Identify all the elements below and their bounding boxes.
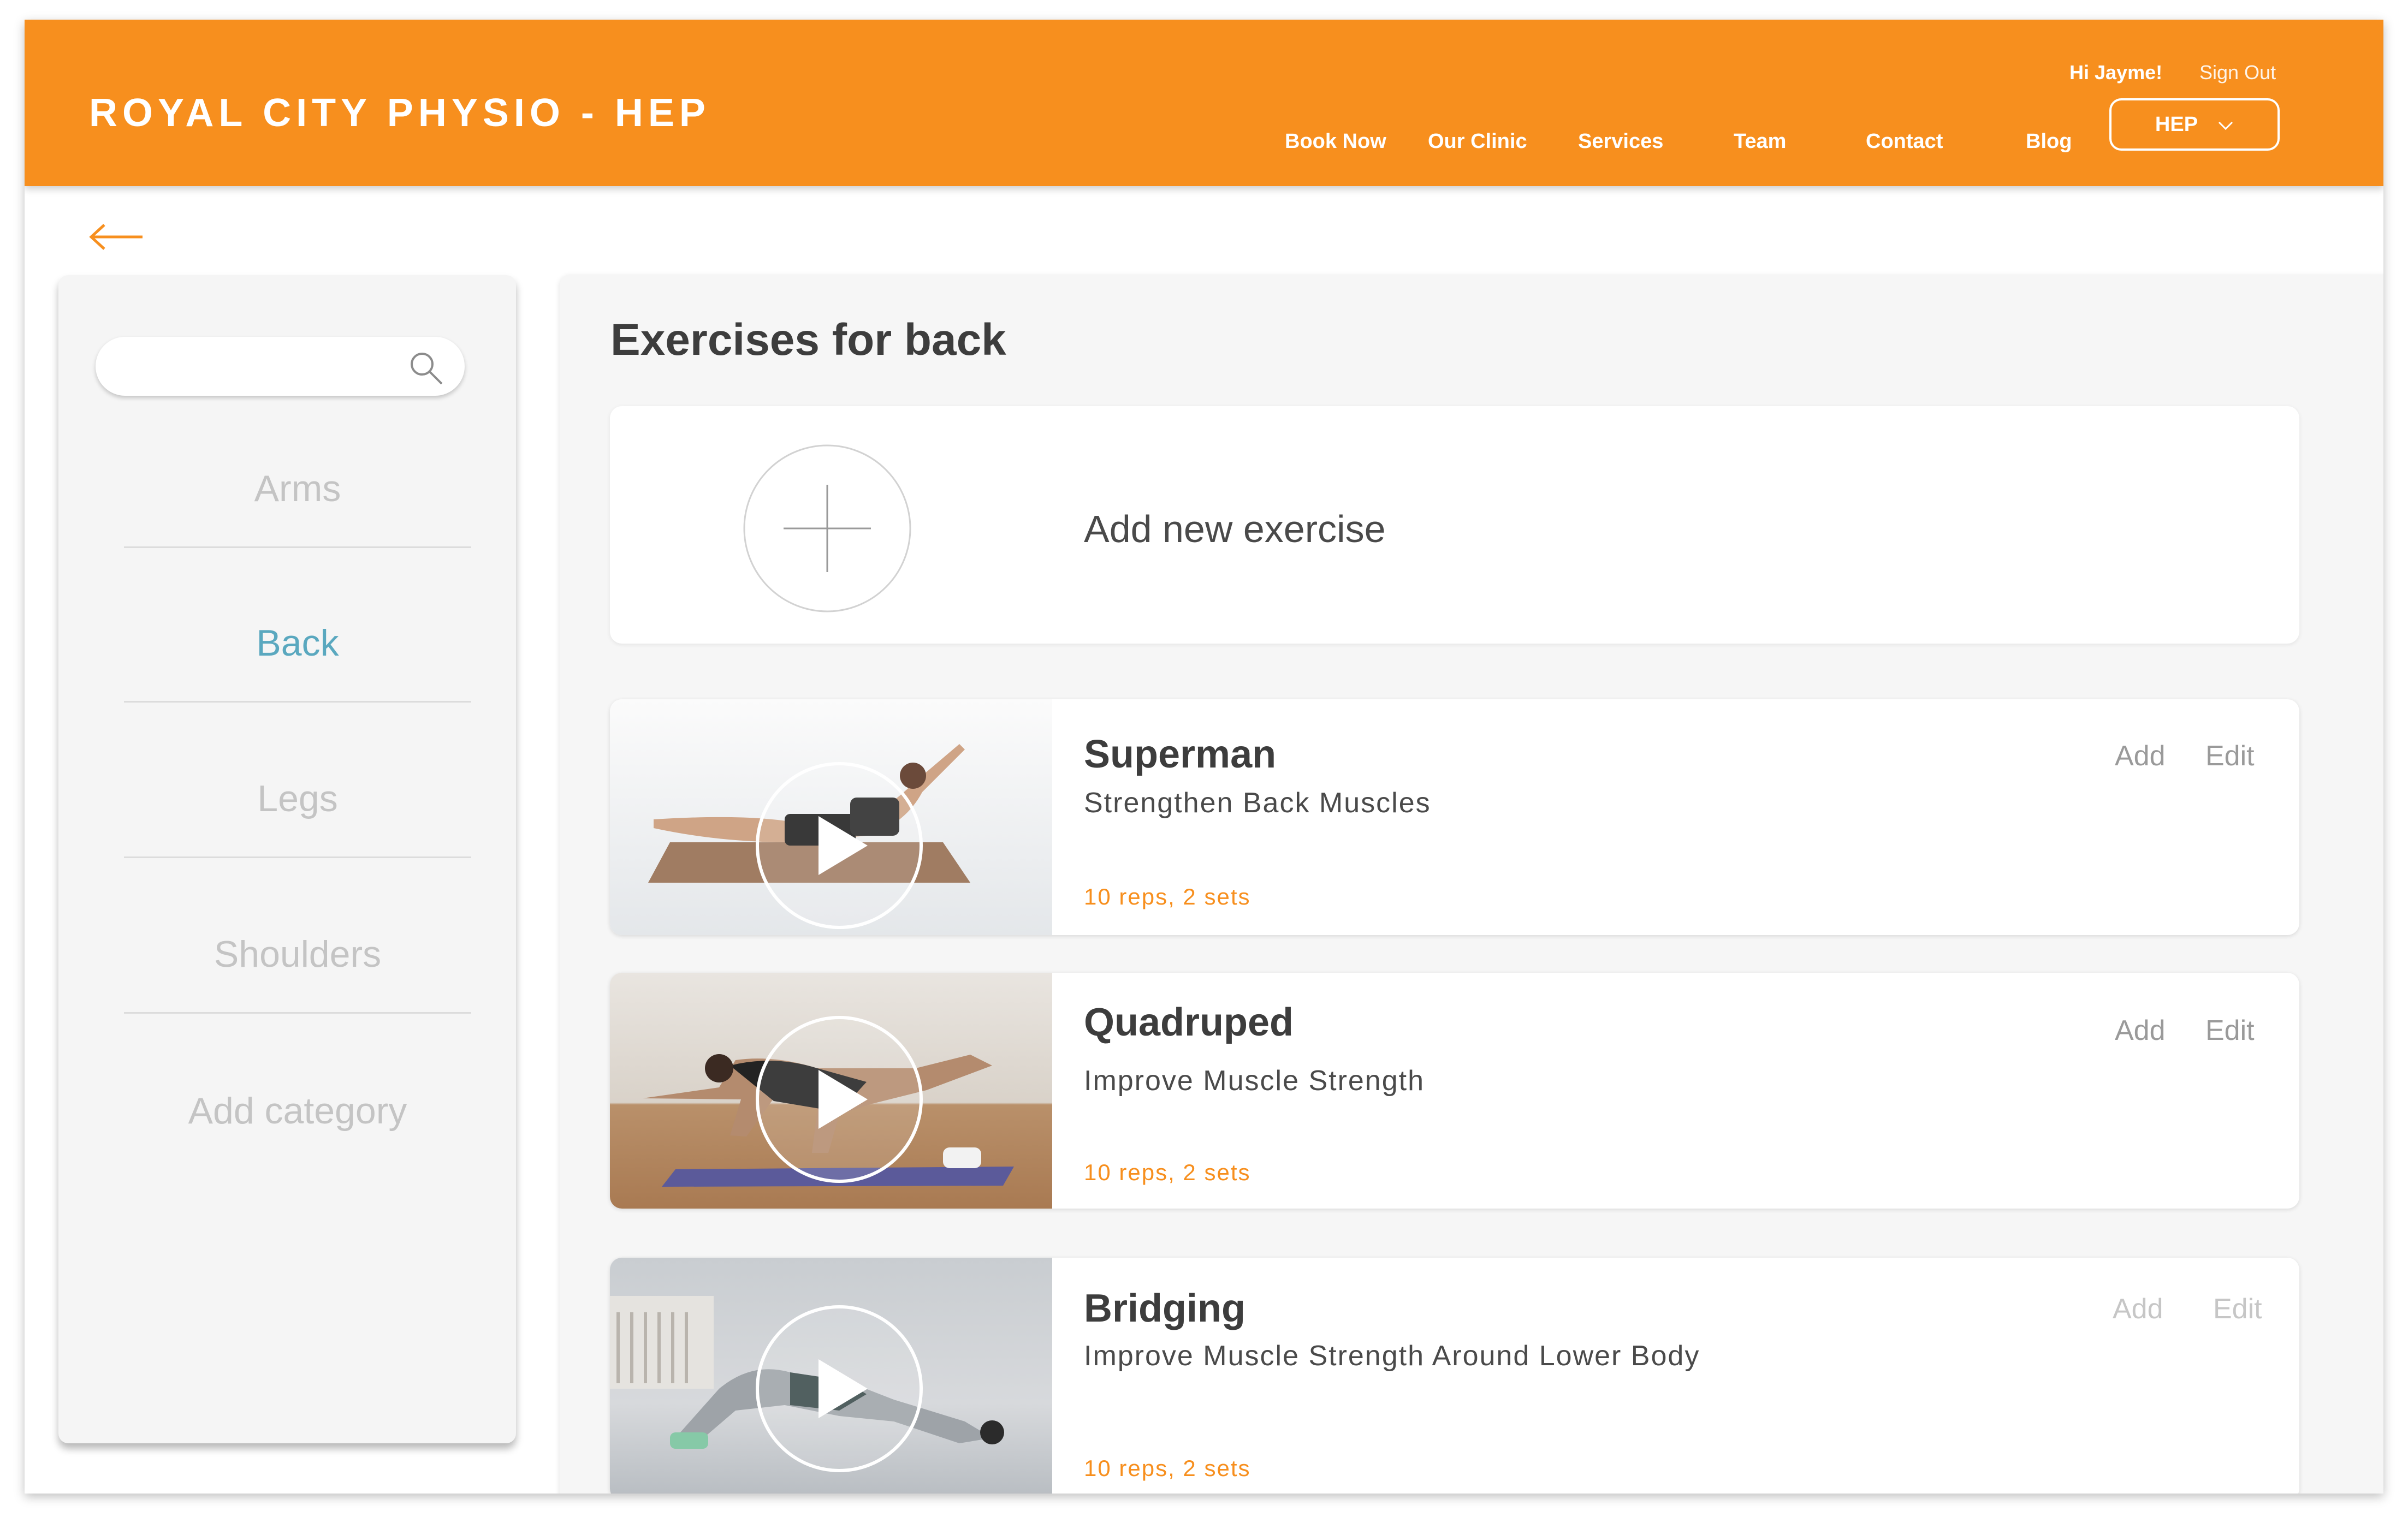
edit-exercise-button[interactable]: Edit: [2213, 1293, 2262, 1325]
category-back[interactable]: Back: [124, 622, 471, 664]
search-icon[interactable]: [408, 350, 444, 386]
header-bar: ROYAL CITY PHYSIO - HEP Hi Jayme! Sign O…: [25, 20, 2383, 186]
edit-exercise-button[interactable]: Edit: [2205, 1014, 2255, 1047]
nav-our-clinic[interactable]: Our Clinic: [1428, 130, 1527, 153]
divider: [124, 546, 471, 548]
back-arrow-icon[interactable]: [86, 221, 145, 253]
search-input[interactable]: [96, 337, 465, 396]
exercise-video-thumbnail[interactable]: [610, 1258, 1052, 1494]
divider: [124, 1012, 471, 1014]
exercise-video-thumbnail[interactable]: [610, 973, 1052, 1209]
category-arms[interactable]: Arms: [124, 467, 471, 510]
brand-title[interactable]: ROYAL CITY PHYSIO - HEP: [89, 91, 710, 135]
add-exercise-button[interactable]: Add: [2115, 740, 2166, 772]
hep-dropdown-button[interactable]: HEP: [2109, 98, 2280, 151]
edit-exercise-button[interactable]: Edit: [2205, 740, 2255, 772]
exercise-card-superman[interactable]: Superman Strengthen Back Muscles 10 reps…: [610, 699, 2299, 935]
app-window: ROYAL CITY PHYSIO - HEP Hi Jayme! Sign O…: [25, 20, 2383, 1494]
nav-services[interactable]: Services: [1578, 130, 1663, 153]
exercise-reps: 10 reps, 2 sets: [1084, 1159, 1251, 1185]
nav-book-now[interactable]: Book Now: [1285, 130, 1386, 153]
add-exercise-button[interactable]: Add: [2115, 1014, 2166, 1047]
exercise-description: Strengthen Back Muscles: [1084, 787, 1431, 819]
category-legs[interactable]: Legs: [124, 777, 471, 820]
nav-contact[interactable]: Contact: [1866, 130, 1943, 153]
exercise-reps: 10 reps, 2 sets: [1084, 1455, 1251, 1481]
exercise-name: Superman: [1084, 733, 1277, 776]
exercise-card-bridging[interactable]: Bridging Improve Muscle Strength Around …: [610, 1258, 2299, 1494]
exercise-card-quadruped[interactable]: Quadruped Improve Muscle Strength 10 rep…: [610, 973, 2299, 1209]
exercise-reps: 10 reps, 2 sets: [1084, 884, 1251, 909]
chevron-down-icon: [2217, 113, 2234, 136]
add-exercise-label: Add new exercise: [1084, 508, 1386, 550]
divider: [124, 701, 471, 703]
exercise-video-thumbnail[interactable]: [610, 699, 1052, 935]
nav-team[interactable]: Team: [1734, 130, 1786, 153]
hep-dropdown-label: HEP: [2155, 112, 2198, 136]
category-sidebar: Arms Back Legs Shoulders Add category: [58, 275, 516, 1443]
plus-icon[interactable]: [743, 444, 912, 613]
exercise-name: Quadruped: [1084, 1001, 1294, 1044]
sign-out-link[interactable]: Sign Out: [2199, 61, 2276, 84]
page-title: Exercises for back: [610, 315, 1006, 365]
add-exercise-card[interactable]: Add new exercise: [610, 406, 2299, 644]
divider: [124, 856, 471, 858]
user-greeting: Hi Jayme!: [2069, 61, 2163, 84]
exercise-description: Improve Muscle Strength Around Lower Bod…: [1084, 1340, 1700, 1372]
exercise-description: Improve Muscle Strength: [1084, 1065, 1425, 1097]
nav-blog[interactable]: Blog: [2026, 130, 2072, 153]
exercise-name: Bridging: [1084, 1287, 1245, 1330]
add-category-button[interactable]: Add category: [124, 1090, 471, 1132]
add-exercise-button[interactable]: Add: [2113, 1293, 2163, 1325]
category-shoulders[interactable]: Shoulders: [124, 933, 471, 975]
